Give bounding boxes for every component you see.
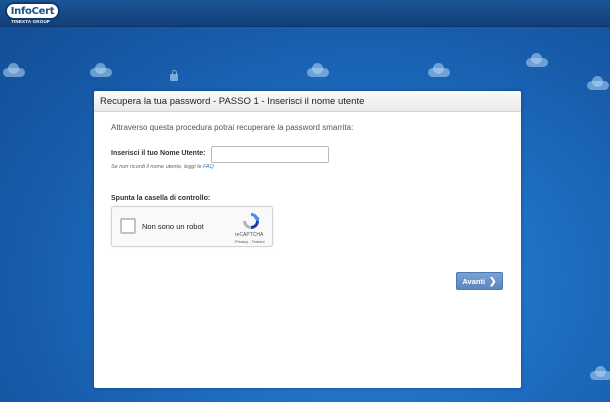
checkbox-section-label: Spunta la casella di controllo: xyxy=(111,195,211,202)
recaptcha-brand: reCAPTCHA xyxy=(235,232,264,238)
panel-title: Recupera la tua password - PASSO 1 - Ins… xyxy=(100,95,365,107)
cloud-icon xyxy=(428,63,450,77)
next-button[interactable]: Avanti ❯ xyxy=(456,272,503,290)
next-button-label: Avanti xyxy=(462,276,486,286)
logo-text: InfoCert xyxy=(10,5,55,17)
intro-text: Attraverso questa procedura potrai recup… xyxy=(111,123,354,132)
lock-icon xyxy=(170,70,178,81)
recaptcha-links[interactable]: Privacy - Termini xyxy=(235,239,265,244)
cloud-icon xyxy=(590,366,610,380)
cloud-icon xyxy=(526,53,548,67)
username-label: Inserisci il tuo Nome Utente: xyxy=(111,150,206,157)
recaptcha-label: Non sono un robot xyxy=(142,222,204,231)
cloud-icon xyxy=(587,76,609,90)
cloud-icon xyxy=(3,63,25,77)
recovery-panel: Recupera la tua password - PASSO 1 - Ins… xyxy=(94,91,521,388)
infocert-logo[interactable]: InfoCert xyxy=(5,2,60,20)
cloud-icon xyxy=(90,63,112,77)
hint-text: Se non ricordi il nome utente, leggi le xyxy=(111,164,204,170)
top-bar: InfoCert TINEXTA GROUP xyxy=(0,0,610,27)
panel-header: Recupera la tua password - PASSO 1 - Ins… xyxy=(94,91,521,112)
recaptcha-widget: Non sono un robot reCAPTCHA Privacy - Te… xyxy=(111,206,273,247)
recaptcha-checkbox[interactable] xyxy=(120,218,136,234)
cloud-icon xyxy=(307,63,329,77)
username-input[interactable] xyxy=(211,146,329,163)
faq-link[interactable]: FAQ xyxy=(203,164,214,170)
logo-subtext: TINEXTA GROUP xyxy=(11,19,51,24)
recaptcha-icon xyxy=(243,213,260,229)
chevron-right-icon: ❯ xyxy=(489,275,497,286)
username-hint: Se non ricordi il nome utente, leggi le … xyxy=(111,164,214,170)
